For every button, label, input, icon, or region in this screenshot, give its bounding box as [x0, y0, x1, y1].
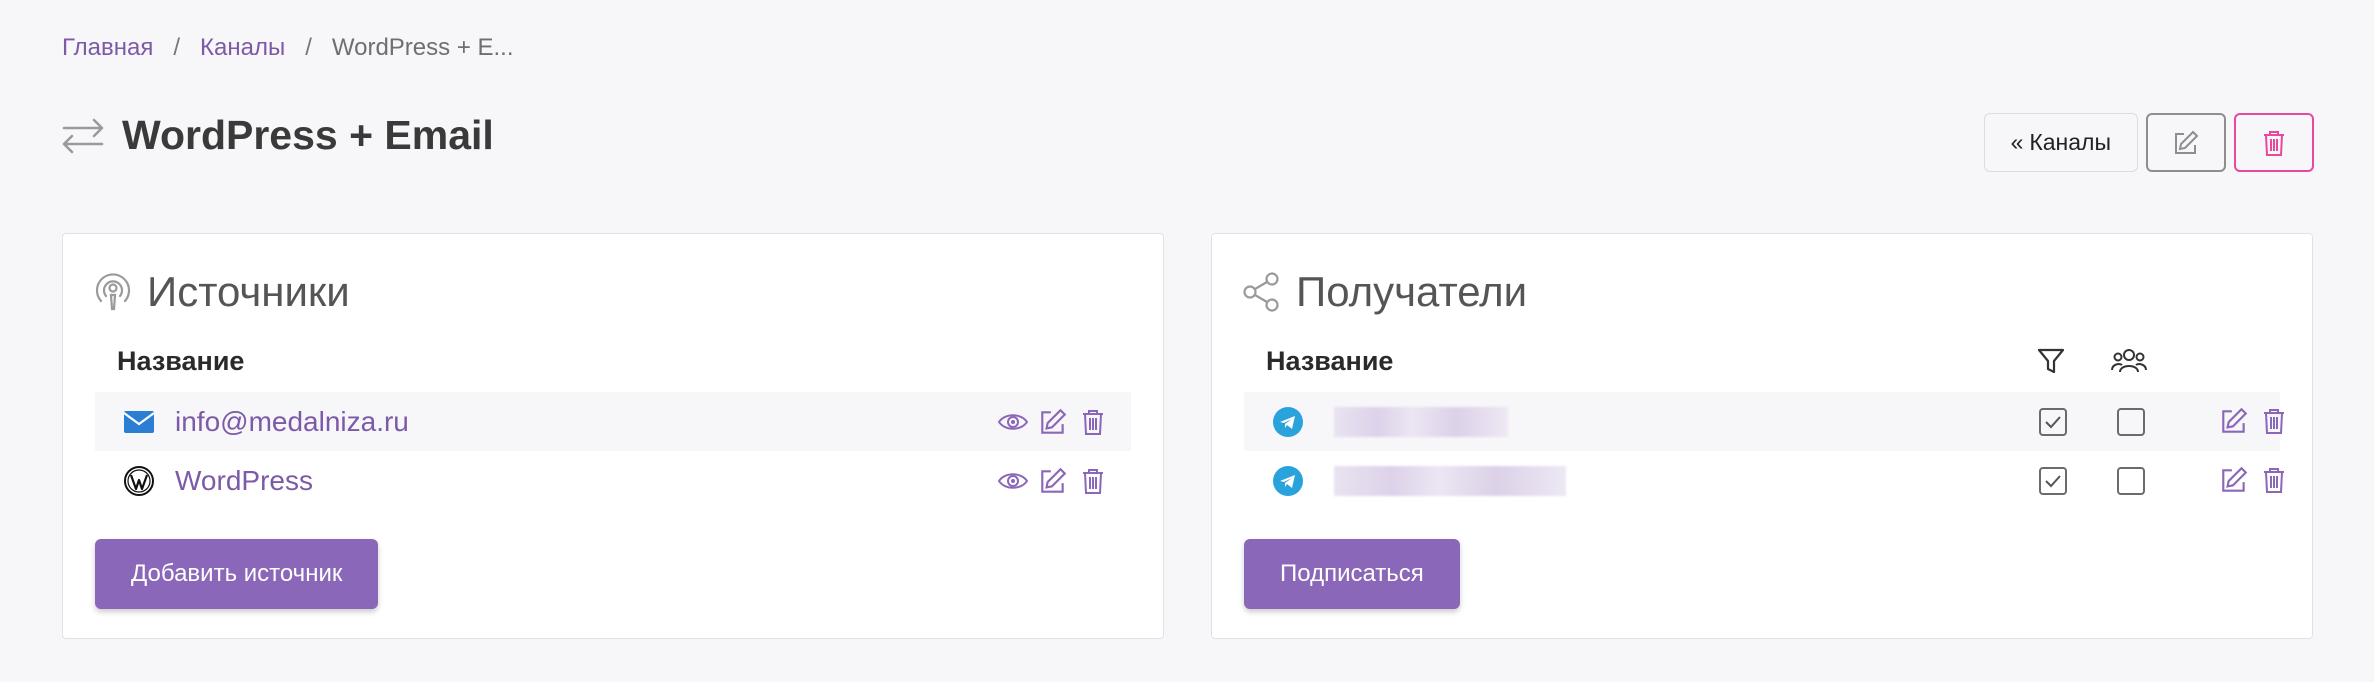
sources-title: Источники: [147, 268, 350, 315]
double-chevron-left-icon: «: [2010, 129, 2024, 155]
edit-channel-button[interactable]: [2146, 113, 2226, 172]
trash-icon[interactable]: [2258, 464, 2290, 496]
source-link[interactable]: info@medalniza.ru: [175, 406, 409, 438]
breadcrumb: Главная / Каналы / WordPress + E...: [62, 34, 514, 62]
recipient-row-actions: [2218, 405, 2290, 437]
trash-icon[interactable]: [1077, 465, 1109, 497]
source-link[interactable]: WordPress: [175, 465, 313, 497]
group-checkbox[interactable]: [2117, 408, 2145, 436]
source-row: info@medalniza.ru: [95, 392, 1131, 451]
breadcrumb-separator: /: [173, 34, 181, 61]
delete-channel-button[interactable]: [2234, 113, 2314, 172]
edit-icon[interactable]: [2218, 464, 2250, 496]
recipients-title: Получатели: [1296, 268, 1528, 315]
filter-checkbox[interactable]: [2039, 408, 2067, 436]
view-icon[interactable]: [997, 465, 1029, 497]
page-header: WordPress + Email: [60, 112, 494, 159]
wordpress-icon: [123, 465, 155, 497]
breadcrumb-channels-link[interactable]: Каналы: [200, 34, 285, 62]
source-row-actions: [997, 465, 1109, 497]
source-row-actions: [997, 406, 1109, 438]
edit-icon[interactable]: [1037, 406, 1069, 438]
page-actions: « Каналы: [1983, 113, 2314, 172]
trash-icon[interactable]: [1077, 406, 1109, 438]
breadcrumb-separator: /: [305, 34, 312, 61]
recipient-name-redacted[interactable]: [1334, 465, 1566, 496]
users-icon: [2110, 346, 2148, 381]
sources-column-name: Название: [117, 346, 245, 376]
edit-icon[interactable]: [1037, 465, 1069, 497]
sources-card: Источники Название info@medalniza.ru Wor…: [62, 233, 1164, 639]
page-title: WordPress + Email: [122, 112, 494, 158]
filter-icon: [2036, 346, 2066, 381]
telegram-icon: [1272, 406, 1304, 438]
recipient-name-redacted[interactable]: [1334, 406, 1508, 437]
source-row: WordPress: [95, 451, 1131, 510]
subscribe-button[interactable]: Подписаться: [1244, 539, 1460, 609]
view-icon[interactable]: [997, 406, 1029, 438]
channels-button-label: Каналы: [2029, 129, 2111, 155]
sources-card-title: Источники: [93, 268, 350, 316]
swap-arrows-icon: [62, 118, 104, 153]
recipient-row-actions: [2218, 464, 2290, 496]
share-icon: [1243, 272, 1279, 312]
edit-icon[interactable]: [2218, 405, 2250, 437]
breadcrumb-current: WordPress + E...: [331, 34, 514, 61]
back-to-channels-button[interactable]: « Каналы: [1983, 113, 2138, 172]
add-source-button[interactable]: Добавить источник: [95, 539, 379, 609]
filter-checkbox[interactable]: [2039, 467, 2067, 495]
recipients-card: Получатели Название Подписаться: [1211, 233, 2313, 639]
edit-icon: [2175, 130, 2199, 154]
recipients-card-title: Получатели: [1242, 268, 1527, 316]
trash-icon: [2264, 130, 2284, 156]
mail-icon: [123, 406, 155, 438]
telegram-icon: [1272, 465, 1304, 497]
breadcrumb-home-link[interactable]: Главная: [62, 34, 153, 62]
podcast-icon: [95, 273, 131, 311]
recipients-column-name: Название: [1266, 346, 1394, 376]
group-checkbox[interactable]: [2117, 467, 2145, 495]
trash-icon[interactable]: [2258, 405, 2290, 437]
